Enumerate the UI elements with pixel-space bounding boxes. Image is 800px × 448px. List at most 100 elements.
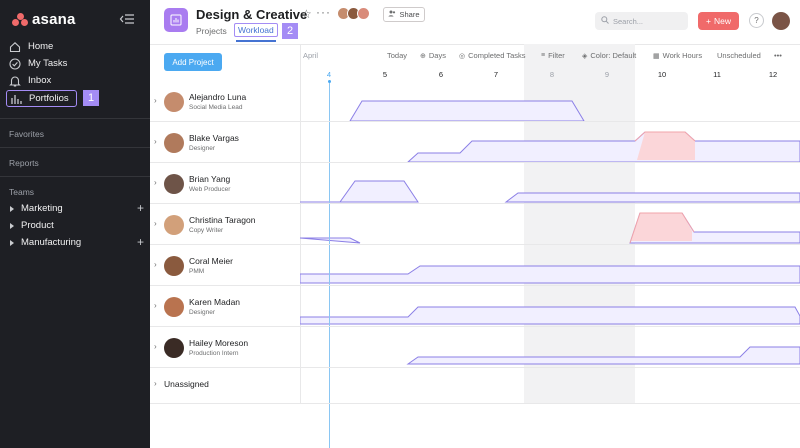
paint-icon: ◈ — [582, 52, 588, 60]
filter-button[interactable]: ≡ Filter — [541, 51, 565, 60]
filter-label: Filter — [548, 51, 565, 60]
collapse-sidebar-icon[interactable] — [119, 12, 135, 26]
avatar — [164, 174, 184, 194]
assignee-name: Karen Madan — [189, 297, 241, 307]
tab-projects[interactable]: Projects — [196, 26, 227, 36]
home-icon — [8, 40, 22, 54]
chevron-right-icon[interactable]: › — [154, 178, 157, 187]
nav-my-tasks-label: My Tasks — [28, 58, 68, 69]
assignee-name: Hailey Moreson — [189, 338, 249, 348]
chevron-right-icon[interactable]: › — [154, 301, 157, 310]
sidebar-divider — [0, 147, 150, 148]
table-row[interactable]: › Christina Taragon Copy Writer — [150, 204, 800, 245]
nav-portfolios-label: Portfolios — [29, 93, 69, 104]
teams-label: Teams — [9, 187, 35, 197]
share-button[interactable]: Share — [383, 7, 425, 22]
reports-label[interactable]: Reports — [9, 158, 39, 168]
day-header-today: 4 — [326, 70, 332, 79]
table-row[interactable]: › Hailey Moreson Production Intern — [150, 327, 800, 368]
chevron-right-icon[interactable]: › — [154, 379, 157, 388]
asana-logo-icon — [12, 12, 28, 27]
unscheduled-label: Unscheduled — [717, 51, 761, 60]
new-button[interactable]: + New — [698, 12, 739, 30]
more-options-icon[interactable]: ••• — [774, 51, 782, 60]
day-header: 10 — [657, 70, 667, 79]
help-icon[interactable]: ? — [749, 13, 764, 28]
chevron-right-icon[interactable]: › — [154, 96, 157, 105]
asana-logo[interactable]: asana — [12, 11, 76, 28]
today-button[interactable]: Today — [387, 51, 407, 60]
star-icon[interactable]: ☆ — [301, 7, 312, 21]
avatar — [164, 297, 184, 317]
add-plus-icon[interactable]: + — [137, 201, 144, 216]
avatar — [357, 7, 370, 20]
nav-my-tasks[interactable]: My Tasks — [8, 55, 142, 72]
expand-caret-icon[interactable] — [10, 205, 14, 212]
completed-tasks-label: Completed Tasks — [468, 51, 526, 60]
team-manufacturing[interactable]: Manufacturing + — [8, 235, 144, 250]
days-dropdown[interactable]: ⊕ Days — [420, 51, 446, 60]
project-icon[interactable] — [164, 8, 188, 32]
avatar — [164, 256, 184, 276]
days-label: Days — [428, 51, 446, 60]
nav-home[interactable]: Home — [8, 38, 142, 55]
table-row[interactable]: › Coral Meier PMM — [150, 245, 800, 286]
favorites-label[interactable]: Favorites — [9, 129, 44, 139]
color-dropdown[interactable]: ◈ Color: Default — [582, 51, 636, 60]
color-label: Color: Default — [590, 51, 637, 60]
day-header: 7 — [493, 70, 499, 79]
expand-caret-icon[interactable] — [10, 222, 14, 229]
sidebar: asana Home My Tasks Inbox Portfolios 1 F… — [0, 0, 150, 448]
assignee-role: Web Producer — [189, 186, 231, 193]
nav-inbox[interactable]: Inbox — [8, 72, 142, 89]
nav-inbox-label: Inbox — [28, 75, 52, 86]
filter-icon: ≡ — [541, 52, 546, 59]
day-header: 11 — [713, 70, 721, 79]
add-project-button[interactable]: Add Project — [164, 53, 222, 71]
nav-portfolios[interactable]: Portfolios — [6, 90, 77, 107]
expand-caret-icon[interactable] — [10, 239, 14, 246]
table-row-unassigned[interactable]: › Unassigned — [150, 364, 800, 404]
chevron-right-icon[interactable]: › — [154, 137, 157, 146]
add-plus-icon[interactable]: + — [137, 235, 144, 250]
today-label: Today — [387, 51, 408, 60]
completed-tasks-toggle[interactable]: ◎ Completed Tasks — [459, 51, 526, 60]
callout-badge-1: 1 — [83, 90, 99, 106]
grid-icon: ▦ — [653, 52, 660, 60]
search-input[interactable]: Search... — [595, 12, 688, 30]
project-members[interactable] — [337, 7, 370, 20]
check-circle-icon — [8, 57, 22, 71]
table-row[interactable]: › Brian Yang Web Producer — [150, 163, 800, 204]
user-avatar[interactable] — [772, 12, 790, 30]
work-hours-label: Work Hours — [662, 51, 703, 60]
assignee-name: Christina Taragon — [189, 215, 256, 225]
more-options-icon[interactable]: ··· — [316, 5, 331, 19]
table-row[interactable]: › Alejandro Luna Social Media Lead — [150, 81, 800, 122]
team-product[interactable]: Product — [8, 218, 144, 233]
new-label: New — [713, 16, 731, 26]
avatar — [164, 338, 184, 358]
chevron-right-icon[interactable]: › — [154, 219, 157, 228]
assignee-role: PMM — [189, 268, 205, 275]
search-placeholder: Search... — [613, 16, 644, 26]
assignee-name: Alejandro Luna — [189, 92, 247, 102]
chevron-right-icon[interactable]: › — [154, 342, 157, 351]
bell-icon — [8, 74, 22, 88]
table-row[interactable]: › Blake Vargas Designer — [150, 122, 800, 163]
tab-workload[interactable]: Workload — [234, 23, 278, 37]
search-icon — [601, 16, 609, 26]
day-header: 5 — [382, 70, 388, 79]
assignee-name: Blake Vargas — [189, 133, 239, 143]
unscheduled-button[interactable]: Unscheduled — [717, 51, 761, 60]
table-row[interactable]: › Karen Madan Designer — [150, 286, 800, 327]
assignee-role: Copy Writer — [189, 227, 224, 234]
team-label: Manufacturing — [21, 237, 82, 248]
share-label: Share — [399, 10, 420, 19]
project-title: Design & Creative — [196, 7, 308, 22]
team-label: Product — [21, 220, 54, 231]
work-hours-button[interactable]: ▦ Work Hours — [653, 51, 702, 60]
month-label: April — [303, 51, 319, 60]
assignee-role: Production Intern — [189, 350, 239, 357]
team-marketing[interactable]: Marketing + — [8, 201, 144, 216]
chevron-right-icon[interactable]: › — [154, 260, 157, 269]
